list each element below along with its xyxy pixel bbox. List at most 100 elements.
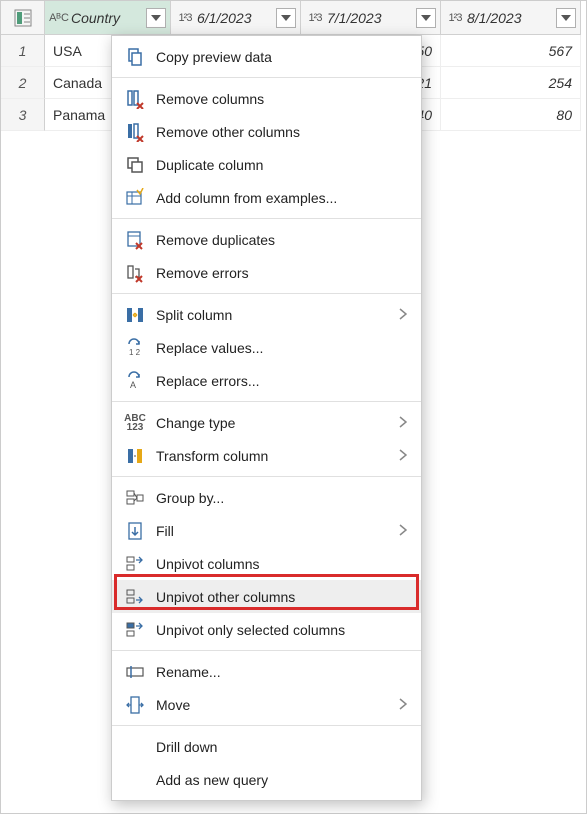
menu-transform-column[interactable]: Transform column (112, 439, 421, 472)
menu-label: Replace errors... (156, 373, 407, 389)
column-header-date3[interactable]: 1²3 8/1/2023 (441, 1, 581, 35)
menu-remove-errors[interactable]: Remove errors (112, 256, 421, 289)
remove-duplicates-icon (122, 229, 148, 251)
menu-drill-down[interactable]: Drill down (112, 730, 421, 763)
menu-unpivot-other-columns[interactable]: Unpivot other columns (112, 580, 421, 613)
column-header-date1[interactable]: 1²3 6/1/2023 (171, 1, 301, 35)
column-header-country[interactable]: AᴮC Country (45, 1, 171, 35)
blank-icon (122, 736, 148, 758)
select-all-corner[interactable] (1, 1, 45, 35)
menu-separator (112, 476, 421, 477)
submenu-arrow-icon (399, 523, 407, 539)
menu-replace-values[interactable]: 1 2 Replace values... (112, 331, 421, 364)
menu-rename[interactable]: Rename... (112, 655, 421, 688)
menu-separator (112, 401, 421, 402)
group-by-icon (122, 487, 148, 509)
menu-label: Duplicate column (156, 157, 407, 173)
menu-label: Unpivot columns (156, 556, 407, 572)
menu-fill[interactable]: Fill (112, 514, 421, 547)
column-filter-button[interactable] (276, 8, 296, 28)
column-name: Country (71, 10, 146, 26)
menu-separator (112, 218, 421, 219)
menu-label: Change type (156, 415, 399, 431)
menu-separator (112, 650, 421, 651)
number-type-icon: 1²3 (445, 12, 465, 24)
menu-move[interactable]: Move (112, 688, 421, 721)
split-column-icon (122, 304, 148, 326)
row-header[interactable]: 3 (1, 99, 45, 131)
menu-remove-other-columns[interactable]: Remove other columns (112, 115, 421, 148)
blank-icon (122, 769, 148, 791)
replace-errors-icon: A (122, 370, 148, 392)
menu-label: Drill down (156, 739, 407, 755)
menu-label: Replace values... (156, 340, 407, 356)
menu-label: Add column from examples... (156, 190, 407, 206)
remove-columns-icon (122, 88, 148, 110)
cell-value[interactable]: 567 (441, 35, 581, 67)
menu-replace-errors[interactable]: A Replace errors... (112, 364, 421, 397)
menu-label: Remove duplicates (156, 232, 407, 248)
menu-label: Group by... (156, 490, 407, 506)
menu-split-column[interactable]: Split column (112, 298, 421, 331)
column-filter-button[interactable] (556, 8, 576, 28)
text-type-icon: AᴮC (49, 12, 69, 24)
submenu-arrow-icon (399, 448, 407, 464)
fill-icon (122, 520, 148, 542)
unpivot-other-icon (122, 586, 148, 608)
menu-label: Copy preview data (156, 49, 407, 65)
column-name: 8/1/2023 (467, 10, 556, 26)
menu-label: Add as new query (156, 772, 407, 788)
menu-label: Transform column (156, 448, 399, 464)
menu-separator (112, 77, 421, 78)
number-type-icon: 1²3 (175, 12, 195, 24)
menu-label: Unpivot other columns (156, 589, 407, 605)
submenu-arrow-icon (399, 415, 407, 431)
cell-value[interactable]: 254 (441, 67, 581, 99)
unpivot-selected-icon (122, 619, 148, 641)
column-filter-button[interactable] (416, 8, 436, 28)
duplicate-icon (122, 154, 148, 176)
remove-errors-icon (122, 262, 148, 284)
column-header-date2[interactable]: 1²3 7/1/2023 (301, 1, 441, 35)
replace-values-icon: 1 2 (122, 337, 148, 359)
transform-icon (122, 445, 148, 467)
menu-separator (112, 725, 421, 726)
submenu-arrow-icon (399, 697, 407, 713)
cell-value[interactable]: 80 (441, 99, 581, 131)
menu-label: Remove errors (156, 265, 407, 281)
menu-unpivot-columns[interactable]: Unpivot columns (112, 547, 421, 580)
menu-label: Remove columns (156, 91, 407, 107)
row-header[interactable]: 2 (1, 67, 45, 99)
menu-label: Unpivot only selected columns (156, 622, 407, 638)
menu-label: Remove other columns (156, 124, 407, 140)
menu-add-column-from-examples[interactable]: Add column from examples... (112, 181, 421, 214)
row-header[interactable]: 1 (1, 35, 45, 67)
menu-duplicate-column[interactable]: Duplicate column (112, 148, 421, 181)
add-from-examples-icon (122, 187, 148, 209)
column-filter-button[interactable] (146, 8, 166, 28)
column-name: 7/1/2023 (327, 10, 416, 26)
unpivot-icon (122, 553, 148, 575)
menu-copy-preview[interactable]: Copy preview data (112, 40, 421, 73)
menu-label: Move (156, 697, 399, 713)
copy-icon (122, 46, 148, 68)
svg-text:1 2: 1 2 (129, 348, 141, 357)
menu-unpivot-selected-columns[interactable]: Unpivot only selected columns (112, 613, 421, 646)
column-context-menu: Copy preview data Remove columns Remove … (111, 35, 422, 801)
menu-separator (112, 293, 421, 294)
menu-label: Rename... (156, 664, 407, 680)
menu-label: Fill (156, 523, 399, 539)
menu-group-by[interactable]: Group by... (112, 481, 421, 514)
menu-label: Split column (156, 307, 399, 323)
change-type-icon: ABC123 (122, 412, 148, 434)
number-type-icon: 1²3 (305, 12, 325, 24)
move-icon (122, 694, 148, 716)
remove-other-columns-icon (122, 121, 148, 143)
svg-text:A: A (130, 380, 136, 390)
menu-remove-columns[interactable]: Remove columns (112, 82, 421, 115)
menu-change-type[interactable]: ABC123 Change type (112, 406, 421, 439)
menu-remove-duplicates[interactable]: Remove duplicates (112, 223, 421, 256)
menu-add-as-new-query[interactable]: Add as new query (112, 763, 421, 796)
rename-icon (122, 661, 148, 683)
submenu-arrow-icon (399, 307, 407, 323)
